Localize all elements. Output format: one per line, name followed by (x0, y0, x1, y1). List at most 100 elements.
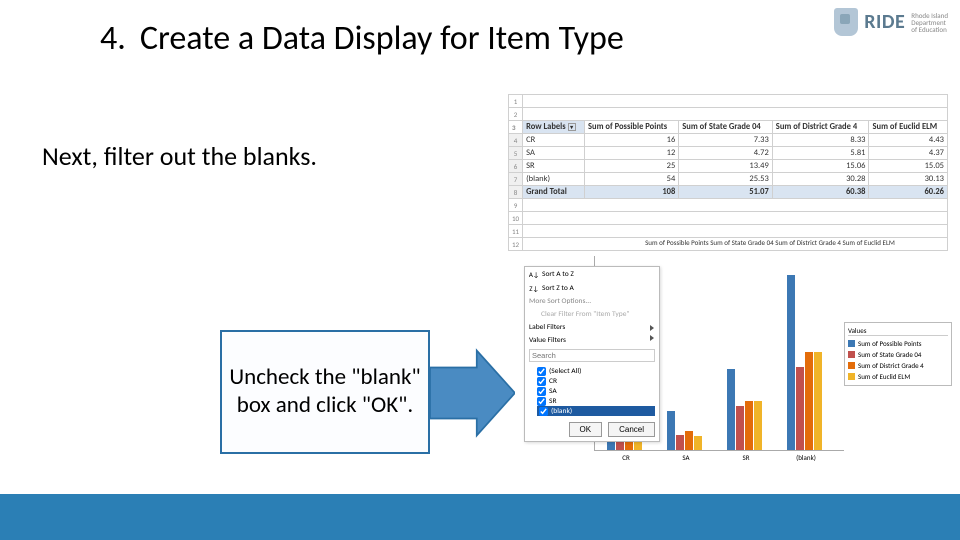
chart-legend-values: Values Sum of Possible Points Sum of Stat… (844, 322, 952, 386)
pivot-col-header: Sum of District Grade 4 (772, 121, 869, 134)
chevron-right-icon (650, 325, 654, 331)
pivot-cell: 51.07 (679, 186, 773, 199)
pivot-cell: 4.43 (869, 134, 948, 147)
ride-logo: RIDE Rhode Island Department of Educatio… (834, 8, 948, 36)
legend-item: Sum of Euclid ELM (848, 371, 948, 382)
legend-item: Sum of District Grade 4 (848, 360, 948, 371)
pivot-cell: 13.49 (679, 160, 773, 173)
bar (736, 406, 744, 450)
pivot-row-label: (blank) (523, 173, 585, 186)
filter-item-label: SA (549, 387, 557, 396)
pivot-col-header: Sum of State Grade 04 (679, 121, 773, 134)
callout-text: Uncheck the "blank" box and click "OK". (228, 364, 422, 419)
bar (685, 431, 693, 450)
bar (676, 435, 684, 450)
page-title: Create a Data Display for Item Type (140, 18, 624, 59)
filter-item[interactable]: SA (537, 386, 655, 396)
sort-za-icon: Z↓ (529, 283, 539, 293)
filter-checkbox[interactable] (537, 367, 546, 376)
more-sort-options[interactable]: More Sort Options... (525, 295, 659, 308)
sort-az-icon: A↓ (529, 269, 539, 279)
legend-label: Sum of State Grade 04 (858, 350, 921, 359)
pivot-cell: 15.05 (869, 160, 948, 173)
pivot-cell: 16 (585, 134, 679, 147)
pivot-cell: 8.33 (772, 134, 869, 147)
pivot-cell: 12 (585, 147, 679, 160)
filter-item-label: SR (549, 397, 557, 406)
filter-item-label: (Select All) (549, 367, 581, 376)
step-number: 4. (100, 18, 126, 59)
pivot-col-header: Sum of Euclid ELM (869, 121, 948, 134)
filter-item[interactable]: (Select All) (537, 366, 655, 376)
pivot-cell: 15.06 (772, 160, 869, 173)
x-axis-label: CR (607, 453, 645, 462)
bar (667, 411, 675, 450)
legend-swatch-icon (848, 351, 855, 358)
filter-search-input[interactable] (529, 349, 655, 362)
pivot-cell: 7.33 (679, 134, 773, 147)
pivot-cell: 5.81 (772, 147, 869, 160)
filter-item[interactable]: CR (537, 376, 655, 386)
bar (796, 367, 804, 450)
bar (745, 401, 753, 450)
footer-bar (0, 494, 960, 540)
pivot-cell: 108 (585, 186, 679, 199)
pivot-cell: 25 (585, 160, 679, 173)
bar-group: (blank) (787, 275, 825, 451)
bar-group: SA (667, 411, 705, 450)
x-axis-label: (blank) (787, 453, 825, 462)
x-axis-label: SA (667, 453, 705, 462)
x-axis-label: SR (727, 453, 765, 462)
ok-button[interactable]: OK (569, 422, 603, 437)
pivot-col-header: Sum of Possible Points (585, 121, 679, 134)
pivot-cell: 30.28 (772, 173, 869, 186)
sort-az[interactable]: A↓Sort A to Z (525, 267, 659, 281)
legend-label: Sum of Euclid ELM (858, 372, 910, 381)
pivot-cell: 54 (585, 173, 679, 186)
legend-swatch-icon (848, 340, 855, 347)
legend-label: Sum of District Grade 4 (858, 361, 924, 370)
pivot-row-label: SA (523, 147, 585, 160)
pivot-row-label: CR (523, 134, 585, 147)
bar (727, 369, 735, 450)
ride-logo-icon (834, 8, 858, 36)
label-filters[interactable]: Label Filters (525, 321, 659, 334)
pivot-cell: 60.26 (869, 186, 948, 199)
pivot-cell: 25.53 (679, 173, 773, 186)
filter-item[interactable]: (blank) (537, 406, 655, 416)
bar (787, 275, 795, 451)
pivot-cell: 60.38 (772, 186, 869, 199)
pivot-rowlabels-header[interactable]: Row Labels (526, 122, 566, 132)
sort-za[interactable]: Z↓Sort Z to A (525, 281, 659, 295)
legend-title: Values (848, 326, 948, 336)
chevron-right-icon (650, 335, 654, 341)
pivot-cell: 30.13 (869, 173, 948, 186)
filter-item-label: (blank) (551, 407, 572, 416)
ride-logo-text: RIDE (864, 10, 905, 34)
dropdown-icon[interactable]: ▾ (568, 123, 576, 131)
value-filters[interactable]: Value Filters (525, 334, 659, 347)
legend-label: Sum of Possible Points (858, 339, 922, 348)
filter-popup: A↓Sort A to Z Z↓Sort Z to A More Sort Op… (524, 266, 660, 442)
arrow-icon (430, 348, 515, 438)
legend-item: Sum of Possible Points (848, 338, 948, 349)
callout-box: Uncheck the "blank" box and click "OK". (220, 330, 430, 454)
filter-checkbox[interactable] (537, 377, 546, 386)
filter-item[interactable]: SR (537, 396, 655, 406)
bar (805, 352, 813, 450)
legend-item: Sum of State Grade 04 (848, 349, 948, 360)
pivot-cell: 4.72 (679, 147, 773, 160)
filter-checkbox[interactable] (537, 387, 546, 396)
legend-swatch-icon (848, 362, 855, 369)
bar-group: SR (727, 369, 765, 450)
filter-checkbox[interactable] (539, 407, 548, 416)
logo-sub-line3: of Education (911, 26, 948, 33)
legend-swatch-icon (848, 373, 855, 380)
chart-legend-top: Sum of Possible Points Sum of State Grad… (594, 238, 946, 247)
bar (754, 401, 762, 450)
cancel-button[interactable]: Cancel (608, 422, 655, 437)
filter-item-label: CR (549, 377, 557, 386)
pivot-cell: 4.37 (869, 147, 948, 160)
bar (814, 352, 822, 450)
filter-checkbox[interactable] (537, 397, 546, 406)
